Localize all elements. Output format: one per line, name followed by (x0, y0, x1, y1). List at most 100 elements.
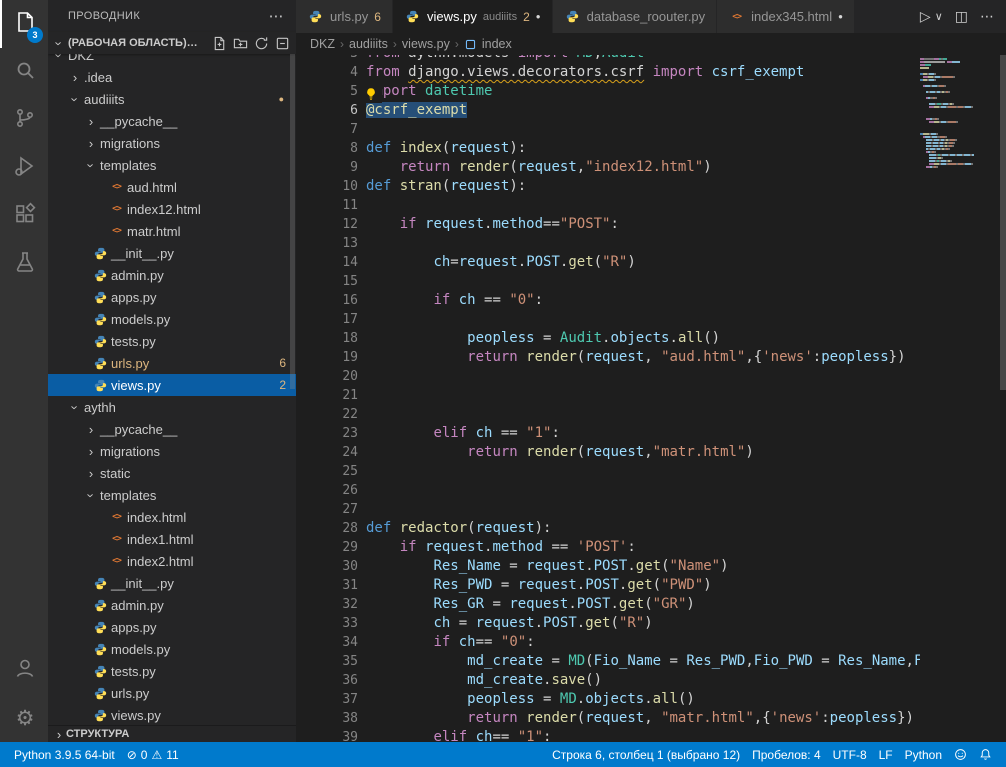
tree-item-templates[interactable]: ›templates (48, 154, 296, 176)
tree-item-views.py[interactable]: views.py (48, 704, 296, 726)
minimap-line (920, 154, 1000, 156)
workspace-section-header[interactable]: › (РАБОЧАЯ ОБЛАСТЬ) ... (48, 32, 296, 54)
outline-section-header[interactable]: › СТРУКТУРА (48, 725, 296, 742)
minimap-line (920, 115, 1000, 117)
tab-urls.py[interactable]: urls.py6 (296, 0, 393, 33)
tree-item-admin.py[interactable]: admin.py (48, 264, 296, 286)
split-editor-button[interactable]: ◫ (955, 8, 968, 25)
tree-item-urls.py[interactable]: urls.py6 (48, 352, 296, 374)
minimap[interactable] (920, 55, 1000, 742)
python-interpreter-status[interactable]: Python 3.9.5 64-bit (8, 748, 121, 762)
tree-item-DKZ[interactable]: ›DKZ (48, 54, 296, 66)
run-button[interactable]: ▷ (920, 8, 931, 25)
code-editor[interactable]: 3456789101112131415161718192021222324252… (296, 55, 1006, 742)
tree-item-admin.py[interactable]: admin.py (48, 594, 296, 616)
tree-item-tests.py[interactable]: tests.py (48, 330, 296, 352)
new-file-icon[interactable] (212, 36, 227, 51)
new-folder-icon[interactable] (233, 36, 248, 51)
encoding-status[interactable]: UTF-8 (827, 748, 873, 762)
lightbulb-icon[interactable] (364, 84, 382, 103)
minimap-line (920, 157, 1000, 159)
minimap-line (920, 82, 1000, 84)
tree-item-index12.html[interactable]: <>index12.html (48, 198, 296, 220)
tree-item-aythh[interactable]: ›aythh (48, 396, 296, 418)
language-mode-status[interactable]: Python (899, 748, 948, 762)
tree-item-__init__.py[interactable]: __init__.py (48, 572, 296, 594)
breadcrumb-item-dkz[interactable]: DKZ (310, 37, 335, 51)
line-number: 33 (296, 614, 358, 633)
tree-item-urls.py[interactable]: urls.py (48, 682, 296, 704)
tree-item-__pycache__[interactable]: ›__pycache__ (48, 110, 296, 132)
python-version-label: Python 3.9.5 64-bit (14, 748, 115, 762)
activity-run-and-debug-button[interactable] (0, 144, 48, 192)
tree-item-index.html[interactable]: <>index.html (48, 506, 296, 528)
tree-item-.idea[interactable]: ›.idea (48, 66, 296, 88)
tree-item-static[interactable]: ›static (48, 462, 296, 484)
breadcrumb-separator: › (340, 37, 344, 51)
explorer-sidebar: ПРОВОДНИК ⋯ › (РАБОЧАЯ ОБЛАСТЬ) ... ›DKZ… (48, 0, 296, 742)
activity-search-button[interactable] (0, 48, 48, 96)
tree-item-apps.py[interactable]: apps.py (48, 616, 296, 638)
tree-item-__init__.py[interactable]: __init__.py (48, 242, 296, 264)
code-line (366, 405, 1006, 424)
tree-item-index2.html[interactable]: <>index2.html (48, 550, 296, 572)
tab-index345.html[interactable]: <>index345.html● (717, 0, 855, 33)
tree-item-templates[interactable]: ›templates (48, 484, 296, 506)
breadcrumb-separator: › (455, 37, 459, 51)
line-number: 24 (296, 443, 358, 462)
minimap-line (920, 88, 1000, 90)
tree-item-migrations[interactable]: ›migrations (48, 440, 296, 462)
code-line (366, 272, 1006, 291)
run-dropdown-icon[interactable]: ∨ (935, 10, 943, 23)
tree-item-apps.py[interactable]: apps.py (48, 286, 296, 308)
minimap-line (920, 61, 1000, 63)
tree-item-aud.html[interactable]: <>aud.html (48, 176, 296, 198)
feedback-smiley-icon[interactable] (948, 748, 973, 761)
activity-source-control-button[interactable] (0, 96, 48, 144)
activity-extensions-button[interactable] (0, 192, 48, 240)
tree-item-models.py[interactable]: models.py (48, 308, 296, 330)
code-line: peopless = MD.objects.all() (366, 690, 1006, 709)
editor-scrollbar[interactable] (1000, 55, 1006, 742)
tree-item-models.py[interactable]: models.py (48, 638, 296, 660)
tree-item-index1.html[interactable]: <>index1.html (48, 528, 296, 550)
editor-group: urls.py6views.pyaudiiits2●database_roout… (296, 0, 1006, 742)
more-actions-button[interactable]: ⋯ (980, 8, 994, 25)
activity-testing-button[interactable] (0, 240, 48, 288)
tree-item-audiiits[interactable]: ›audiiits● (48, 88, 296, 110)
python-icon (92, 379, 109, 392)
scrollbar-thumb[interactable] (1000, 55, 1006, 390)
cursor-position-status[interactable]: Строка 6, столбец 1 (выбрано 12) (546, 748, 746, 762)
sidebar-scrollbar[interactable] (290, 54, 295, 389)
eol-status[interactable]: LF (873, 748, 899, 762)
tree-item-tests.py[interactable]: tests.py (48, 660, 296, 682)
breadcrumb-item-views-py[interactable]: views.py (402, 37, 450, 51)
workspace-actions (212, 36, 290, 51)
breadcrumb-item-index[interactable]: index (482, 37, 512, 51)
problems-status[interactable]: ⊘ 0 ⚠ 11 (121, 748, 185, 762)
tree-item-matr.html[interactable]: <>matr.html (48, 220, 296, 242)
activity-settings-button[interactable]: ⚙ (0, 694, 48, 742)
activity-account-button[interactable] (0, 646, 48, 694)
sidebar-more-actions[interactable]: ⋯ (269, 7, 284, 25)
tree-item-label: templates (100, 158, 156, 173)
unsaved-dot-icon[interactable]: ● (838, 12, 843, 21)
minimap-line (920, 151, 1000, 153)
unsaved-dot-icon[interactable]: ● (536, 12, 541, 21)
tree-item-views.py[interactable]: views.py2 (48, 374, 296, 396)
refresh-icon[interactable] (254, 36, 269, 51)
html-icon: <> (108, 226, 125, 236)
code-line: return render(request, "matr.html",{'new… (366, 709, 1006, 728)
breadcrumb-item-audiiits[interactable]: audiiits (349, 37, 388, 51)
collapse-all-icon[interactable] (275, 36, 290, 51)
tab-views.py[interactable]: views.pyaudiiits2● (393, 0, 553, 33)
activity-explorer-button[interactable]: 3 (0, 0, 48, 48)
tree-item-__pycache__[interactable]: ›__pycache__ (48, 418, 296, 440)
minimap-line (920, 148, 1000, 150)
chevron-right-icon: › (84, 422, 98, 437)
tree-item-migrations[interactable]: ›migrations (48, 132, 296, 154)
tab-database_roouter.py[interactable]: database_roouter.py (553, 0, 718, 33)
indentation-status[interactable]: Пробелов: 4 (746, 748, 827, 762)
line-number: 39 (296, 728, 358, 742)
notifications-bell-icon[interactable] (973, 748, 998, 761)
